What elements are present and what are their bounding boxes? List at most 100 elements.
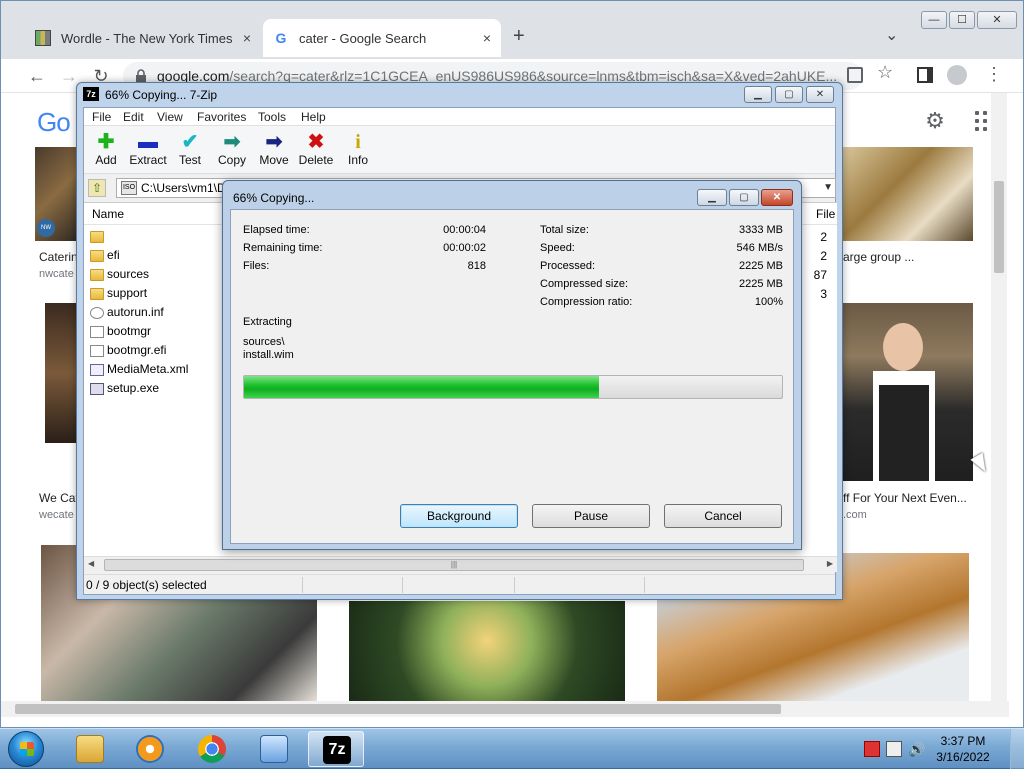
close-button[interactable]: ✕ [806, 86, 834, 103]
chrome-titlebar: Wordle - The New York Times × G cater - … [1, 1, 1023, 59]
volume-icon[interactable]: 🔊 [908, 741, 925, 757]
waiter-result-image[interactable] [843, 303, 973, 481]
result-image[interactable] [45, 303, 77, 443]
start-button[interactable] [8, 731, 44, 767]
move-icon: ➡ [265, 131, 283, 153]
menu-icon[interactable]: ⋮ [985, 63, 1003, 85]
delete-icon: ✖ [307, 131, 325, 153]
window-title-text: 66% Copying... 7-Zip [105, 88, 218, 102]
status-text: 0 / 9 object(s) selected [86, 578, 207, 592]
extract-button[interactable]: ▬ Extract [126, 128, 170, 172]
network-icon[interactable] [886, 741, 902, 757]
7zip-icon: 7z [323, 736, 351, 764]
person-vest [879, 385, 929, 481]
result-caption[interactable]: ff For Your Next Even... [843, 491, 967, 505]
file-row[interactable]: MediaMeta.xml [90, 360, 230, 379]
clock[interactable]: 3:37 PM 3/16/2022 [928, 733, 998, 765]
folder-icon [90, 249, 104, 262]
back-button[interactable]: ← [25, 65, 49, 87]
menu-file[interactable]: File [92, 110, 111, 124]
profile-icon[interactable] [947, 65, 967, 85]
7zip-taskbar-button[interactable]: 7z [308, 731, 364, 767]
file-name: bootmgr [107, 324, 152, 338]
share-icon[interactable] [847, 67, 863, 83]
menu-bar: File Edit View Favorites Tools Help [84, 108, 835, 126]
elapsed-value: 00:00:04 [443, 224, 486, 236]
maximize-button[interactable]: ☐ [949, 11, 975, 29]
elapsed-label: Elapsed time: [243, 224, 310, 236]
tab-wordle[interactable]: Wordle - The New York Times × [25, 19, 261, 57]
cancel-button[interactable]: Cancel [664, 504, 782, 528]
close-button[interactable]: ✕ [977, 11, 1017, 29]
file-row[interactable]: sources [90, 265, 230, 284]
file-row[interactable]: bootmgr.efi [90, 341, 230, 360]
file-name: autorun.inf [107, 305, 164, 319]
current-path-line1: sources\ [243, 336, 285, 348]
action-center-icon[interactable] [864, 741, 880, 757]
close-icon[interactable]: × [483, 30, 491, 46]
info-button[interactable]: i Info [336, 128, 380, 172]
up-folder-button[interactable]: ⇧ [88, 179, 106, 197]
menu-favorites[interactable]: Favorites [197, 110, 246, 124]
folder-icon [90, 287, 104, 300]
result-image[interactable] [843, 147, 973, 241]
pause-button[interactable]: Pause [532, 504, 650, 528]
maximize-button[interactable]: ▢ [729, 189, 759, 206]
result-caption[interactable]: arge group ... [843, 250, 914, 264]
list-hscrollbar[interactable]: ◀ ||| ▶ [84, 556, 837, 572]
remaining-value: 00:00:02 [443, 242, 486, 254]
wordle-grid-icon [35, 30, 51, 46]
result-caption[interactable]: We Cat [39, 491, 79, 505]
minimize-button[interactable]: — [921, 11, 947, 29]
explorer-taskbar-button[interactable] [62, 731, 118, 767]
add-icon: ✚ [97, 131, 115, 153]
copy-button[interactable]: ➡ Copy [210, 128, 254, 172]
files-value: 818 [467, 260, 486, 272]
menu-edit[interactable]: Edit [123, 110, 144, 124]
menu-tools[interactable]: Tools [258, 110, 286, 124]
move-button[interactable]: ➡ Move [252, 128, 296, 172]
chevron-down-icon[interactable]: ▼ [823, 179, 833, 197]
star-icon[interactable]: ☆ [877, 62, 893, 83]
file-row[interactable]: autorun.inf [90, 303, 230, 322]
google-logo: Go [37, 107, 71, 137]
close-icon[interactable]: × [243, 30, 251, 46]
background-button[interactable]: Background [400, 504, 518, 528]
minimize-button[interactable]: ▁ [744, 86, 772, 103]
chrome-taskbar-button[interactable] [184, 731, 240, 767]
tab-google-search[interactable]: G cater - Google Search × [263, 19, 501, 57]
show-desktop-button[interactable] [1010, 729, 1024, 769]
media-player-taskbar-button[interactable] [122, 731, 178, 767]
file-row[interactable]: efi [90, 246, 230, 265]
settings-gear-icon[interactable]: ⚙ [923, 109, 947, 133]
page-scrollbar[interactable] [991, 93, 1007, 701]
test-button[interactable]: ✔ Test [168, 128, 212, 172]
menu-view[interactable]: View [157, 110, 183, 124]
maximize-button[interactable]: ▢ [775, 86, 803, 103]
delete-button[interactable]: ✖ Delete [294, 128, 338, 172]
file-row[interactable]: support [90, 284, 230, 303]
media-player-icon [136, 735, 164, 763]
menu-help[interactable]: Help [301, 110, 326, 124]
file-row[interactable]: bootmgr [90, 322, 230, 341]
file-row[interactable]: setup.exe [90, 379, 230, 398]
page-hscrollbar[interactable] [1, 701, 1009, 717]
minimize-button[interactable]: ▁ [697, 189, 727, 206]
result-source: .com [843, 509, 867, 521]
window-controls: ▁ ▢ ✕ [744, 86, 834, 103]
file-row[interactable] [90, 227, 230, 246]
control-panel-taskbar-button[interactable] [246, 731, 302, 767]
side-panel-icon[interactable] [917, 67, 933, 83]
window-title: 7z 66% Copying... 7-Zip [77, 83, 842, 107]
result-image[interactable] [349, 601, 625, 701]
column-name[interactable]: Name [92, 207, 124, 221]
tab-search-icon[interactable]: ⌄ [885, 25, 898, 45]
new-tab-button[interactable]: + [513, 25, 525, 48]
result-image[interactable]: NW CATER [35, 147, 77, 241]
files-label: Files: [243, 260, 270, 272]
column-files[interactable]: File [816, 207, 835, 221]
add-button[interactable]: ✚ Add [84, 128, 128, 172]
close-button[interactable]: ✕ [761, 189, 793, 206]
result-caption[interactable]: Caterin [39, 250, 78, 264]
ratio-value: 100% [754, 296, 783, 308]
